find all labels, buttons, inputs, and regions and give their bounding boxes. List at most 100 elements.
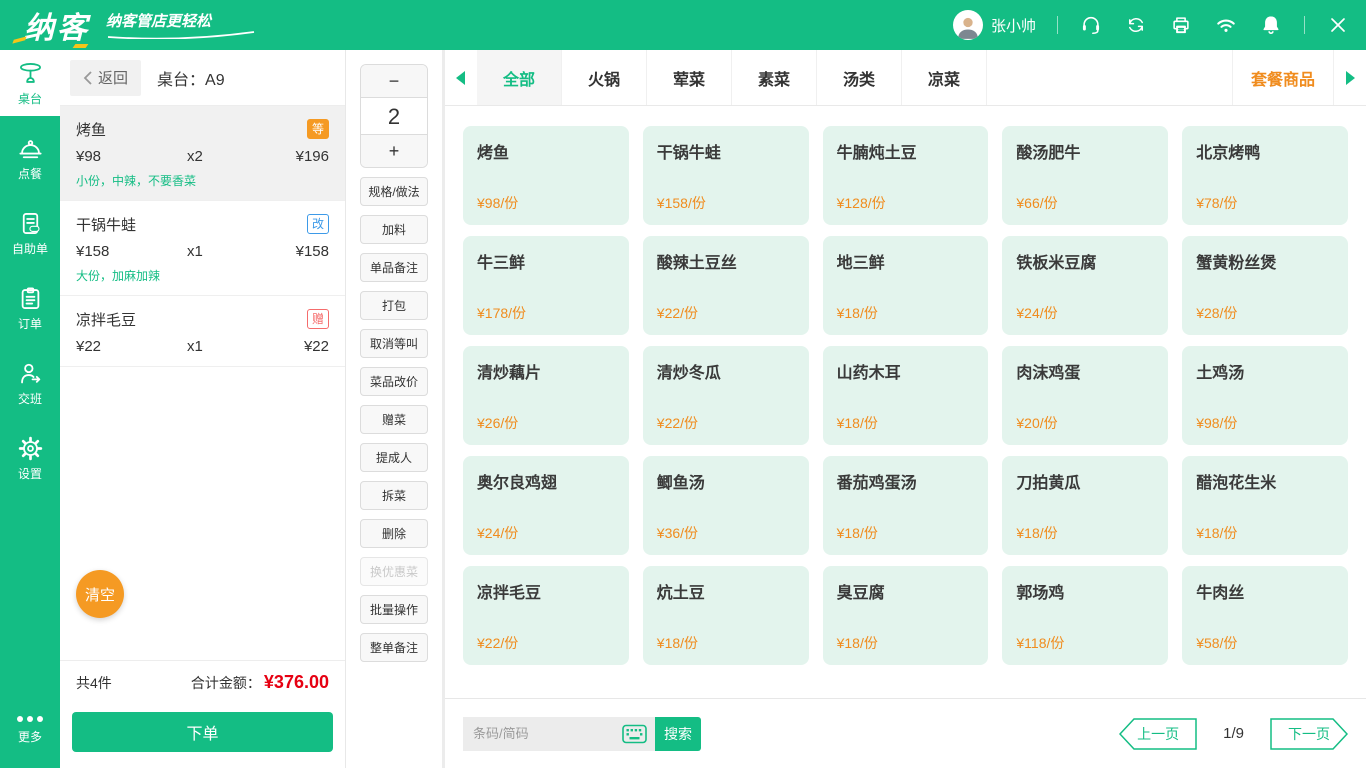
order-item[interactable]: 干锅牛蛙 改 ¥158 x1 ¥158 大份，加麻加辣 <box>60 201 345 296</box>
item-actions-column: − 2 + 规格/做法 加料 单品备注 打包 取消等叫 菜品改价 赠菜 提成人 … <box>346 50 445 768</box>
printer-icon[interactable] <box>1169 13 1193 37</box>
back-button-label: 返回 <box>98 67 128 88</box>
order-item-price: ¥22 <box>76 338 187 355</box>
user-name: 张小帅 <box>991 15 1036 36</box>
menu-item-card[interactable]: 郭场鸡 ¥118/份 <box>1002 566 1168 665</box>
sidebar-item-tables[interactable]: 桌台 <box>0 50 60 116</box>
menu-item-card[interactable]: 烤鱼 ¥98/份 <box>463 126 629 225</box>
menu-item-card[interactable]: 醋泡花生米 ¥18/份 <box>1182 456 1348 555</box>
menu-item-card[interactable]: 土鸡汤 ¥98/份 <box>1182 346 1348 445</box>
combo-products-tab[interactable]: 套餐商品 <box>1232 50 1334 105</box>
menu-item-card[interactable]: 牛肉丝 ¥58/份 <box>1182 566 1348 665</box>
prev-page-button[interactable]: 上一页 <box>1119 718 1197 750</box>
qty-increase-button[interactable]: + <box>361 135 427 167</box>
gear-icon <box>17 435 44 462</box>
menu-item-name: 干锅牛蛙 <box>657 139 795 163</box>
pagination: 上一页 1/9 下一页 <box>1119 718 1348 750</box>
cloche-icon <box>17 135 44 162</box>
sidebar-item-shift[interactable]: 交班 <box>0 350 60 416</box>
prev-page-label: 上一页 <box>1119 718 1197 750</box>
category-tab[interactable]: 素菜 <box>732 50 817 105</box>
menu-item-name: 北京烤鸭 <box>1196 139 1334 163</box>
order-total-label: 合计金额： <box>191 673 261 693</box>
sync-icon[interactable] <box>1124 13 1148 37</box>
sidebar-item-order-food[interactable]: 点餐 <box>0 125 60 191</box>
bell-icon[interactable] <box>1259 13 1283 37</box>
wifi-icon[interactable] <box>1214 13 1238 37</box>
search-button[interactable]: 搜索 <box>655 717 701 751</box>
category-tab[interactable]: 汤类 <box>817 50 902 105</box>
menu-item-card[interactable]: 蟹黄粉丝煲 ¥28/份 <box>1182 236 1348 335</box>
back-button[interactable]: 返回 <box>70 60 141 96</box>
menu-item-card[interactable]: 山药木耳 ¥18/份 <box>823 346 989 445</box>
action-button[interactable]: 取消等叫 <box>360 329 428 358</box>
action-button[interactable]: 单品备注 <box>360 253 428 282</box>
menu-item-name: 番茄鸡蛋汤 <box>837 469 975 493</box>
page-indicator: 1/9 <box>1223 725 1244 742</box>
action-button[interactable]: 整单备注 <box>360 633 428 662</box>
qty-decrease-button[interactable]: − <box>361 65 427 97</box>
action-button[interactable]: 菜品改价 <box>360 367 428 396</box>
sidebar-item-label: 更多 <box>18 728 42 745</box>
clear-order-button[interactable]: 清空 <box>76 570 124 618</box>
menu-item-card[interactable]: 牛腩炖土豆 ¥128/份 <box>823 126 989 225</box>
keyboard-icon[interactable] <box>622 724 647 743</box>
sidebar-item-label: 设置 <box>18 465 42 482</box>
brand-tagline-text: 纳客管店更轻松 <box>106 13 256 31</box>
more-dots-icon <box>17 713 43 725</box>
triangle-right-icon <box>1345 71 1355 85</box>
tabs-scroll-right-button[interactable] <box>1334 50 1366 105</box>
menu-item-card[interactable]: 奥尔良鸡翅 ¥24/份 <box>463 456 629 555</box>
menu-item-card[interactable]: 地三鲜 ¥18/份 <box>823 236 989 335</box>
action-button[interactable]: 换优惠菜 <box>360 557 428 586</box>
sidebar-item-self-order[interactable]: 自助单 <box>0 200 60 266</box>
menu-item-card[interactable]: 肉沫鸡蛋 ¥20/份 <box>1002 346 1168 445</box>
menu-item-card[interactable]: 刀拍黄瓜 ¥18/份 <box>1002 456 1168 555</box>
submit-order-button[interactable]: 下单 <box>72 712 333 752</box>
category-tab[interactable]: 凉菜 <box>902 50 987 105</box>
menu-item-card[interactable]: 番茄鸡蛋汤 ¥18/份 <box>823 456 989 555</box>
action-button[interactable]: 赠菜 <box>360 405 428 434</box>
menu-item-price: ¥66/份 <box>1016 193 1154 213</box>
menu-item-card[interactable]: 炕土豆 ¥18/份 <box>643 566 809 665</box>
user-account[interactable]: 张小帅 <box>953 10 1036 40</box>
menu-item-card[interactable]: 北京烤鸭 ¥78/份 <box>1182 126 1348 225</box>
action-button[interactable]: 拆菜 <box>360 481 428 510</box>
close-icon[interactable] <box>1326 13 1350 37</box>
menu-item-card[interactable]: 清炒冬瓜 ¥22/份 <box>643 346 809 445</box>
order-item-badge: 等 <box>307 119 329 139</box>
sidebar-item-label: 桌台 <box>18 90 42 107</box>
menu-item-card[interactable]: 铁板米豆腐 ¥24/份 <box>1002 236 1168 335</box>
menu-item-price: ¥98/份 <box>477 193 615 213</box>
tabs-scroll-left-button[interactable] <box>445 50 477 105</box>
customer-service-icon[interactable] <box>1079 13 1103 37</box>
sidebar-item-settings[interactable]: 设置 <box>0 425 60 491</box>
category-tab[interactable]: 荤菜 <box>647 50 732 105</box>
order-item-price: ¥158 <box>76 243 187 260</box>
action-button[interactable]: 加料 <box>360 215 428 244</box>
menu-item-card[interactable]: 鲫鱼汤 ¥36/份 <box>643 456 809 555</box>
action-button[interactable]: 提成人 <box>360 443 428 472</box>
action-button[interactable]: 打包 <box>360 291 428 320</box>
order-item[interactable]: 凉拌毛豆 赠 ¥22 x1 ¥22 <box>60 296 345 367</box>
menu-item-card[interactable]: 凉拌毛豆 ¥22/份 <box>463 566 629 665</box>
menu-item-card[interactable]: 牛三鲜 ¥178/份 <box>463 236 629 335</box>
menu-item-price: ¥178/份 <box>477 303 615 323</box>
action-button[interactable]: 删除 <box>360 519 428 548</box>
category-tab[interactable]: 全部 <box>477 50 562 105</box>
menu-item-card[interactable]: 酸汤肥牛 ¥66/份 <box>1002 126 1168 225</box>
category-tab[interactable]: 火锅 <box>562 50 647 105</box>
action-button[interactable]: 规格/做法 <box>360 177 428 206</box>
sidebar-item-more[interactable]: 更多 <box>0 696 60 762</box>
next-page-button[interactable]: 下一页 <box>1270 718 1348 750</box>
menu-item-name: 炕土豆 <box>657 579 795 603</box>
menu-item-card[interactable]: 酸辣土豆丝 ¥22/份 <box>643 236 809 335</box>
menu-item-card[interactable]: 干锅牛蛙 ¥158/份 <box>643 126 809 225</box>
sidebar-item-orders[interactable]: 订单 <box>0 275 60 341</box>
order-item[interactable]: 烤鱼 等 ¥98 x2 ¥196 小份，中辣，不要香菜 <box>60 106 345 201</box>
action-button[interactable]: 批量操作 <box>360 595 428 624</box>
menu-item-card[interactable]: 清炒藕片 ¥26/份 <box>463 346 629 445</box>
order-panel-header: 返回 桌台：A9 <box>60 50 345 106</box>
menu-item-card[interactable]: 臭豆腐 ¥18/份 <box>823 566 989 665</box>
sidebar-item-label: 订单 <box>18 315 42 332</box>
